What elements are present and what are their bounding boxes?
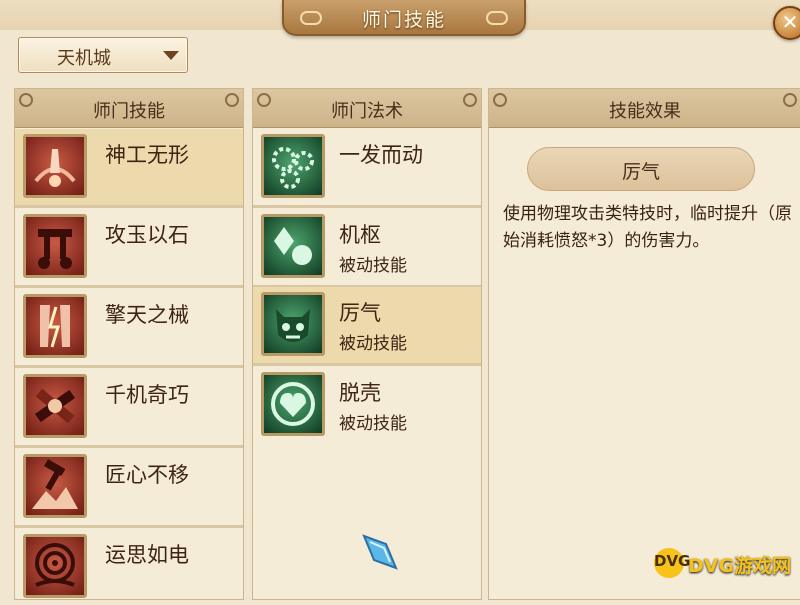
skill-item-shengongwuxing[interactable]: 神工无形 (15, 129, 243, 205)
spell-name: 厉气 (339, 301, 381, 325)
chevron-down-icon (163, 51, 179, 60)
skills-panel-title: 师门技能 (93, 101, 165, 122)
skill-item-qianjiqiqiao[interactable]: 千机奇巧 (15, 369, 243, 445)
gamepad-logo-icon: DVG (654, 548, 691, 578)
effect-skill-banner: 厉气 (527, 147, 755, 191)
spell-item-liqi[interactable]: 厉气 被动技能 (253, 287, 481, 363)
crossed-gear-icon (23, 374, 87, 438)
watermark-text: DVG游戏网 (688, 555, 792, 577)
spells-panel: 师门法术 一发而动 机枢 被动技能 厉气 被动技能 脱壳 被动技能 (252, 88, 482, 600)
city-dropdown-value: 天机城 (57, 48, 111, 69)
diamond-orb-icon (261, 214, 325, 278)
window-title-tab: 师门技能 (282, 0, 526, 36)
spell-type: 被动技能 (339, 334, 407, 354)
effect-panel: 技能效果 厉气 使用物理攻击类特技时，临时提升（原始消耗愤怒*3）的伤害力。 (488, 88, 800, 600)
skill-name: 千机奇巧 (105, 383, 189, 407)
skill-item-qingtianzhixie[interactable]: 擎天之械 (15, 289, 243, 365)
skill-item-gongyuyishi[interactable]: 攻玉以石 (15, 209, 243, 285)
skills-panel: 师门技能 神工无形 攻玉以石 擎天之械 千机奇巧 匠心不移 运思如电 (14, 88, 244, 600)
effect-panel-header: 技能效果 (489, 89, 800, 128)
hand-vortex-icon (23, 134, 87, 198)
skill-name: 擎天之械 (105, 303, 189, 327)
watermark: DVG DVG游戏网 (654, 544, 800, 584)
spells-panel-title: 师门法术 (331, 101, 403, 122)
spell-item-tuoke[interactable]: 脱壳 被动技能 (253, 367, 481, 443)
spells-panel-header: 师门法术 (253, 89, 481, 128)
skill-name: 运思如电 (105, 543, 189, 567)
skill-name: 匠心不移 (105, 463, 189, 487)
spell-item-jishu[interactable]: 机枢 被动技能 (253, 209, 481, 285)
effect-skill-name: 厉气 (621, 161, 660, 183)
crystal-gem-icon (362, 534, 398, 570)
spell-name: 脱壳 (339, 381, 381, 405)
city-dropdown[interactable]: 天机城 (18, 37, 188, 73)
close-icon: ✕ (781, 10, 799, 34)
close-button[interactable]: ✕ (773, 6, 800, 40)
window-title: 师门技能 (361, 9, 446, 31)
effect-description: 使用物理攻击类特技时，临时提升（原始消耗愤怒*3）的伤害力。 (503, 204, 792, 251)
spell-item-yifaerdong[interactable]: 一发而动 (253, 129, 481, 205)
skill-name: 攻玉以石 (105, 223, 189, 247)
gears-icon (261, 134, 325, 198)
effect-panel-title: 技能效果 (609, 101, 681, 122)
spell-name: 机枢 (339, 223, 381, 247)
spiral-eye-icon (23, 534, 87, 598)
lightning-pillar-icon (23, 294, 87, 358)
skill-name: 神工无形 (105, 143, 189, 167)
skill-item-yunsirudian[interactable]: 运思如电 (15, 529, 243, 605)
spell-type: 被动技能 (339, 256, 407, 276)
stone-hammer-icon (23, 214, 87, 278)
watermark-logo-text: DVG (654, 552, 691, 570)
spell-name: 一发而动 (339, 143, 423, 167)
demon-face-icon (261, 292, 325, 356)
skills-panel-header: 师门技能 (15, 89, 243, 128)
spell-type: 被动技能 (339, 414, 407, 434)
mountain-hammer-icon (23, 454, 87, 518)
heart-shell-icon (261, 372, 325, 436)
skill-item-jiangxinbuyi[interactable]: 匠心不移 (15, 449, 243, 525)
